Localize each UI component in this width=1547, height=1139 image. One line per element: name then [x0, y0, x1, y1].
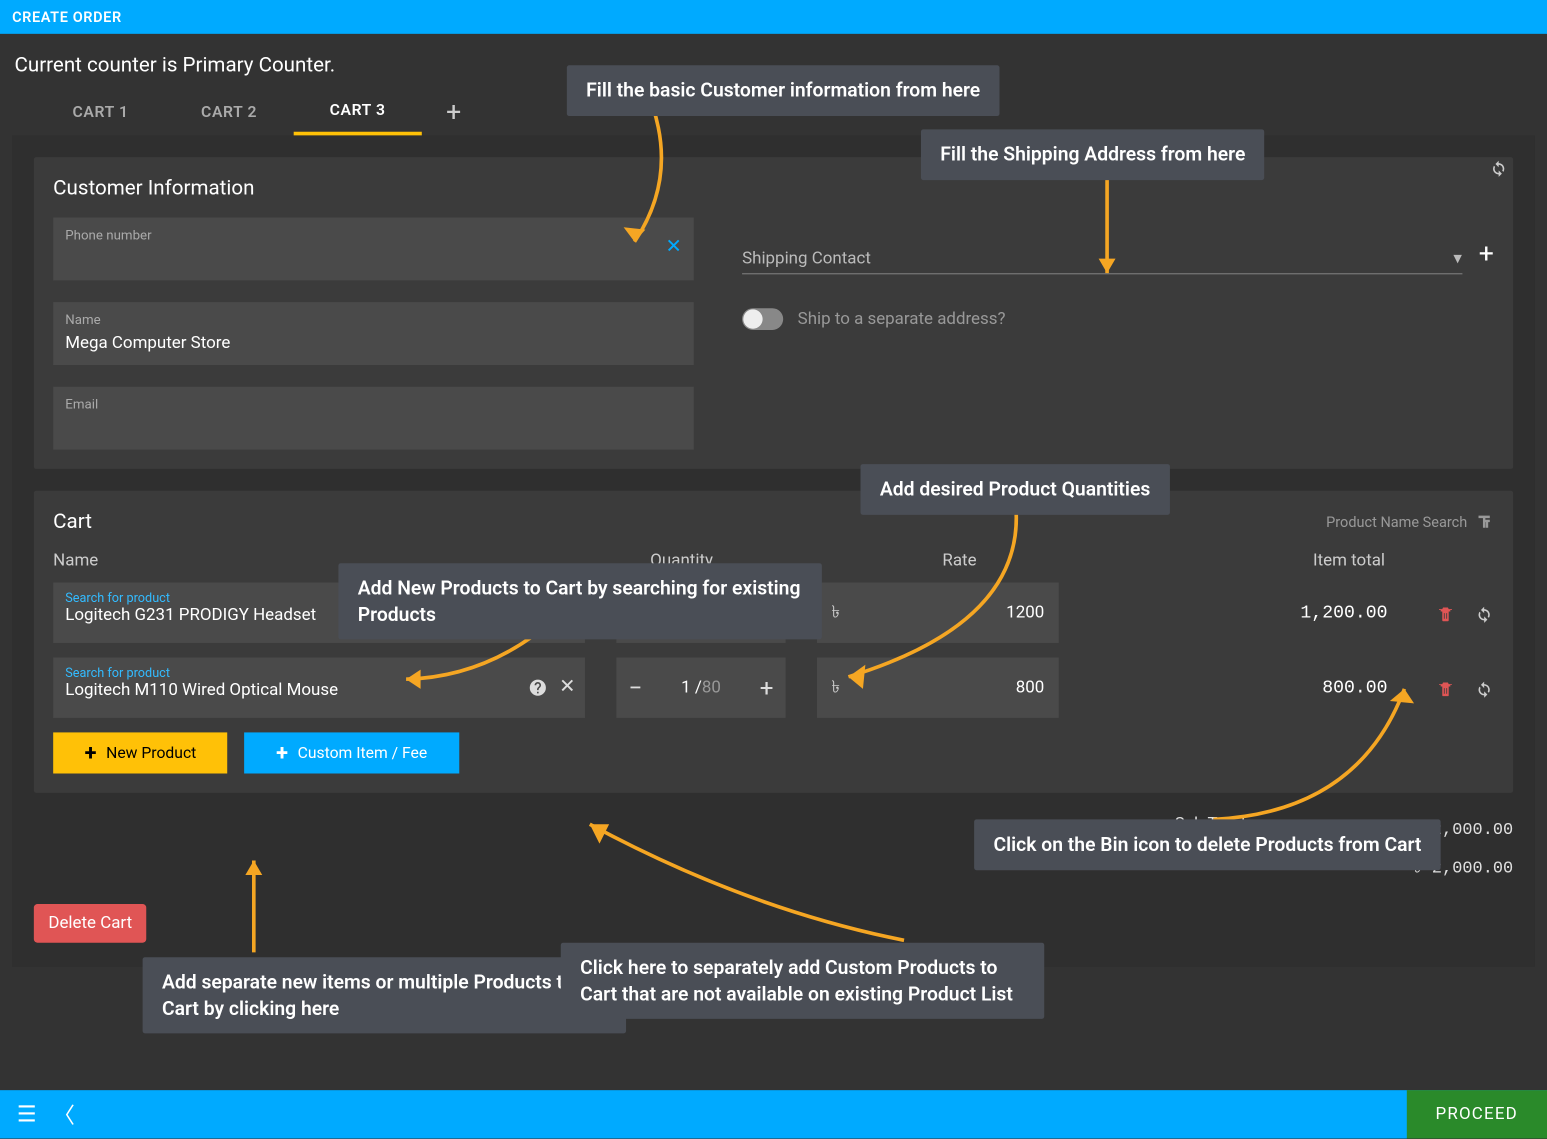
help-icon[interactable] — [528, 674, 547, 697]
tab-cart-2[interactable]: CART 2 — [165, 91, 294, 133]
rate-field[interactable]: ৳ 1200 — [817, 583, 1059, 643]
product-search-field[interactable]: Search for product Logitech M110 Wired O… — [53, 657, 585, 717]
callout-customer-info: Fill the basic Customer information from… — [567, 65, 1000, 115]
callout-shipping: Fill the Shipping Address from here — [921, 129, 1265, 179]
custom-item-button[interactable]: + Custom Item / Fee — [245, 732, 459, 773]
product-name: Logitech M110 Wired Optical Mouse — [65, 680, 573, 699]
clear-product-icon[interactable]: ✕ — [559, 674, 575, 697]
plus-icon: + — [85, 740, 97, 765]
ship-separate-toggle[interactable] — [742, 308, 783, 330]
rate-value: 1200 — [840, 603, 1044, 622]
phone-value — [65, 248, 210, 264]
quantity-stepper: − 1 /80 + — [616, 657, 785, 717]
tab-cart-1[interactable]: CART 1 — [36, 91, 165, 133]
col-total: Item total — [1020, 551, 1494, 570]
back-icon[interactable]: 〈 — [53, 1099, 75, 1130]
cart-row: Search for product Logitech M110 Wired O… — [53, 657, 1494, 717]
proceed-button[interactable]: PROCEED — [1406, 1090, 1547, 1138]
customer-section-title: Customer Information — [53, 176, 1494, 200]
add-shipping-contact[interactable]: + — [1479, 239, 1494, 269]
phone-field[interactable]: Phone number ✕ — [53, 218, 694, 281]
qty-decrease[interactable]: − — [628, 673, 642, 702]
delete-cart-button[interactable]: Delete Cart — [34, 904, 147, 943]
sync-icon[interactable] — [1474, 676, 1493, 699]
item-total: 800.00 — [1059, 677, 1409, 698]
custom-item-label: Custom Item / Fee — [298, 744, 428, 762]
qty-increase[interactable]: + — [760, 673, 774, 702]
currency-symbol: ৳ — [832, 673, 840, 702]
trash-icon[interactable] — [1436, 601, 1455, 624]
rate-value: 800 — [840, 678, 1044, 697]
sync-icon[interactable] — [1474, 601, 1493, 624]
cart-section-title: Cart — [53, 510, 92, 534]
refresh-icon[interactable] — [1489, 155, 1508, 178]
phone-label: Phone number — [65, 227, 681, 243]
qty-value: 1 /80 — [681, 678, 721, 697]
plus-icon: + — [276, 740, 288, 765]
menu-icon[interactable]: ☰ — [0, 1102, 53, 1127]
currency-symbol: ৳ — [832, 598, 840, 627]
email-field[interactable]: Email — [53, 387, 694, 450]
callout-delete: Click on the Bin icon to delete Products… — [974, 819, 1441, 869]
search-mode-label: Product Name Search — [1326, 514, 1467, 531]
tab-cart-3[interactable]: CART 3 — [293, 89, 422, 135]
name-label: Name — [65, 312, 681, 328]
new-product-label: New Product — [106, 744, 196, 762]
header-title: CREATE ORDER — [12, 8, 122, 25]
name-value: Mega Computer Store — [65, 334, 230, 353]
callout-custom-item: Click here to separately add Custom Prod… — [561, 943, 1044, 1019]
product-search-label: Search for product — [65, 665, 573, 681]
callout-search-product: Add New Products to Cart by searching fo… — [338, 563, 821, 639]
trash-icon[interactable] — [1436, 676, 1455, 699]
item-total: 1,200.00 — [1059, 602, 1409, 623]
rate-field[interactable]: ৳ 800 — [817, 657, 1059, 717]
email-value — [65, 417, 210, 433]
text-size-icon — [1474, 512, 1493, 531]
new-product-button[interactable]: + New Product — [53, 732, 228, 773]
email-label: Email — [65, 396, 681, 412]
bottom-bar: ☰ 〈 PROCEED — [0, 1090, 1547, 1138]
ship-separate-label: Ship to a separate address? — [798, 309, 1006, 328]
shipping-contact-select[interactable]: Shipping Contact ▾ — [742, 242, 1462, 275]
callout-quantities: Add desired Product Quantities — [861, 464, 1170, 514]
header-bar: CREATE ORDER — [0, 0, 1547, 34]
clear-phone-icon[interactable]: ✕ — [665, 234, 681, 257]
dropdown-icon: ▾ — [1453, 249, 1461, 268]
search-mode-toggle[interactable]: Product Name Search — [1326, 512, 1494, 531]
add-cart-tab[interactable]: + — [422, 97, 485, 127]
callout-new-items: Add separate new items or multiple Produ… — [143, 957, 626, 1033]
shipping-contact-label: Shipping Contact — [742, 249, 871, 268]
name-field[interactable]: Name Mega Computer Store — [53, 302, 694, 365]
